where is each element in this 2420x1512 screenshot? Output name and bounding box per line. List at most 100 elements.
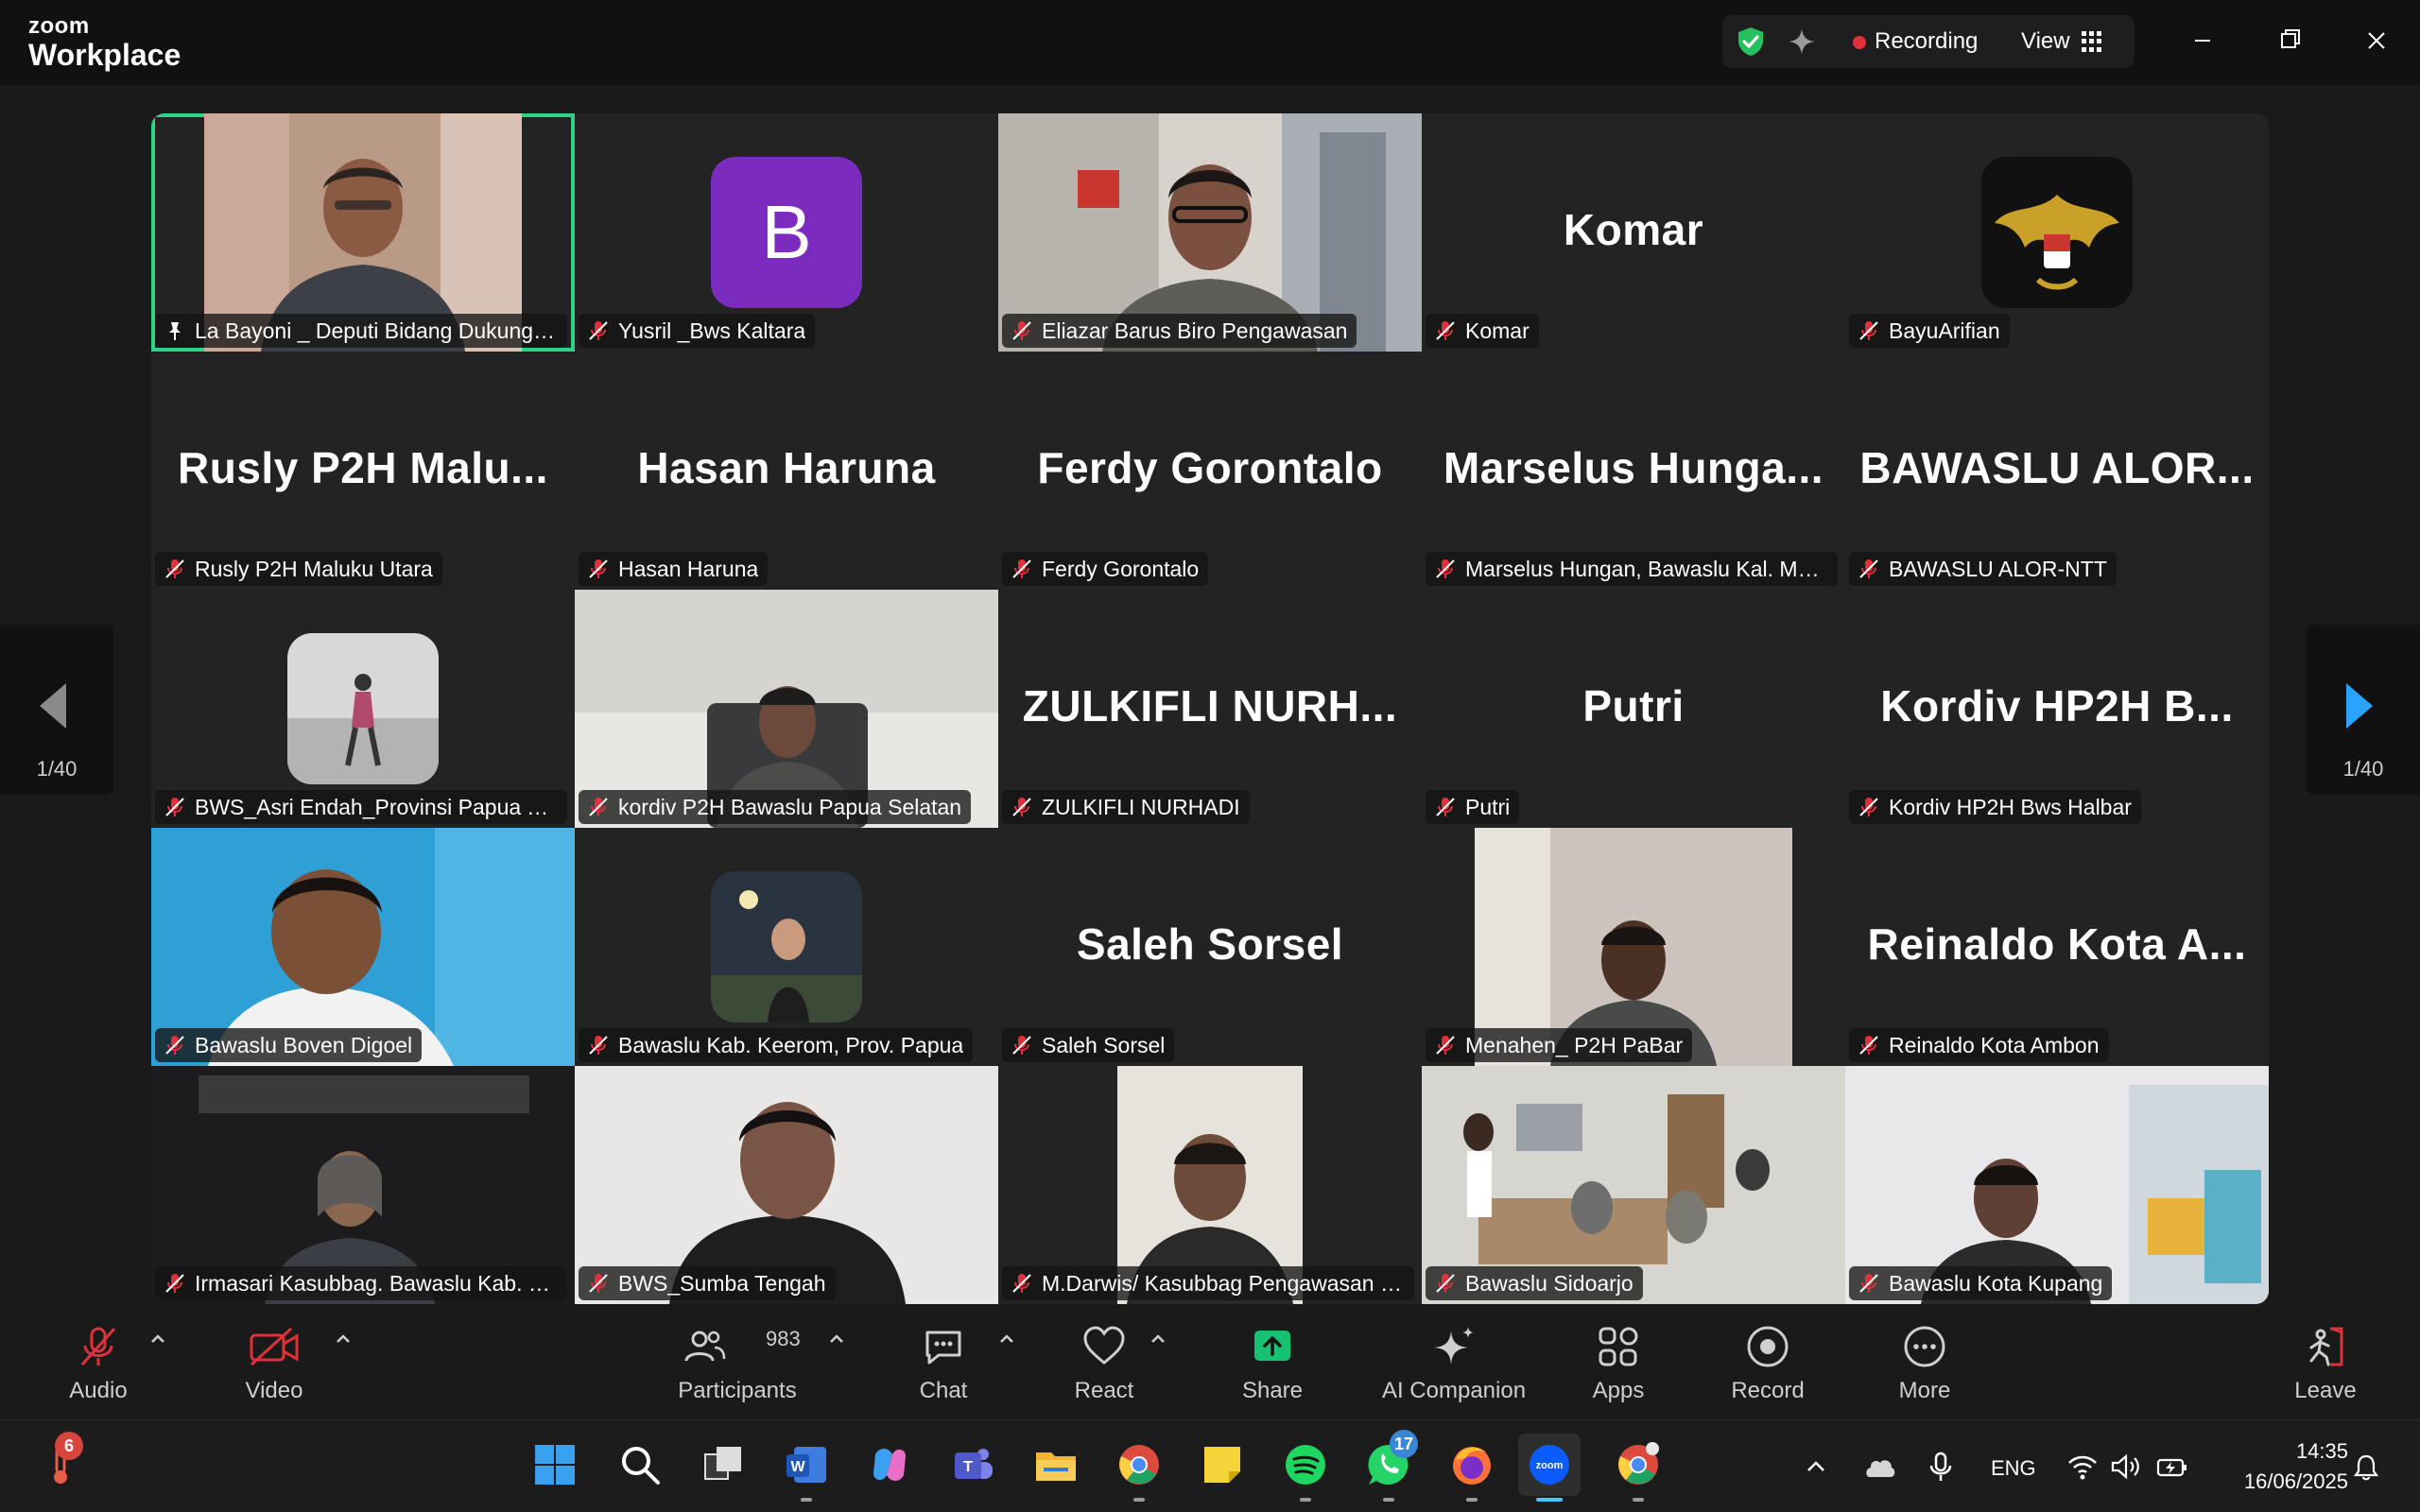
participant-name: Menahen_ P2H PaBar	[1465, 1032, 1684, 1057]
recording-label[interactable]: Recording	[1875, 28, 1978, 55]
participant-tile[interactable]: BWS_Asri Endah_Provinsi Papua Ten...	[151, 590, 575, 828]
participant-tile[interactable]: BWS_Sumba Tengah	[575, 1066, 998, 1304]
participant-name-tag: ZULKIFLI NURHADI	[1002, 790, 1250, 824]
restore-window-icon[interactable]	[2263, 17, 2316, 64]
page-indicator-left: 1/40	[36, 757, 78, 781]
sticky-notes-icon[interactable]	[1199, 1441, 1246, 1488]
microsoft-word-icon[interactable]: W	[783, 1441, 830, 1488]
microphone-tray-icon[interactable]	[1927, 1451, 1955, 1483]
title-bar: zoom Workplace Recording View	[0, 0, 2420, 85]
windows-start-icon[interactable]	[531, 1441, 579, 1488]
react-options-chevron-icon[interactable]	[1144, 1325, 1172, 1353]
microsoft-teams-icon[interactable]: T	[949, 1441, 996, 1488]
participant-display-name: Hasan Haruna	[637, 443, 936, 492]
participant-tile[interactable]: Rusly P2H Malu... Rusly P2H Maluku Utara	[151, 352, 575, 590]
microphone-muted-icon	[1859, 559, 1878, 578]
wifi-icon[interactable]	[2066, 1452, 2099, 1481]
microphone-muted-icon	[1436, 1274, 1455, 1293]
share-label: Share	[1241, 1378, 1304, 1403]
leave-meeting-button[interactable]: Leave	[2288, 1304, 2363, 1419]
chrome-icon[interactable]	[1115, 1441, 1163, 1488]
participants-options-chevron-icon[interactable]	[822, 1325, 851, 1353]
participants-label: Participants	[678, 1378, 797, 1403]
next-page-button[interactable]: 1/40	[2307, 625, 2420, 795]
participant-tile[interactable]: Menahen_ P2H PaBar	[1422, 828, 1845, 1066]
participant-tile[interactable]: Marselus Hunga... Marselus Hungan, Bawas…	[1422, 352, 1845, 590]
participant-tile[interactable]: Kordiv HP2H B... Kordiv HP2H Bws Halbar	[1845, 590, 2269, 828]
battery-charging-icon[interactable]	[2155, 1452, 2189, 1481]
microphone-muted-icon	[1859, 1036, 1878, 1055]
show-hidden-icons-chevron-icon[interactable]	[1802, 1452, 1830, 1481]
participant-tile[interactable]: Ferdy Gorontalo Ferdy Gorontalo	[998, 352, 1422, 590]
close-window-icon[interactable]	[2350, 17, 2403, 64]
participant-name: Hasan Haruna	[618, 556, 759, 581]
clock-date[interactable]: 16/06/2025	[2220, 1469, 2348, 1494]
zoom-active-indicator	[1536, 1498, 1563, 1502]
participant-name-tag: Bawaslu Boven Digoel	[155, 1028, 423, 1062]
participant-tile[interactable]: B Yusril _Bws Kaltara	[575, 113, 998, 352]
chat-button[interactable]: Chat	[906, 1304, 981, 1419]
clock-time[interactable]: 14:35	[2263, 1439, 2348, 1464]
chat-options-chevron-icon[interactable]	[993, 1325, 1021, 1353]
task-view-icon[interactable]	[700, 1441, 747, 1488]
participant-tile[interactable]: Reinaldo Kota A... Reinaldo Kota Ambon	[1845, 828, 2269, 1066]
video-button[interactable]: Video	[236, 1304, 312, 1419]
participant-name-tag: kordiv P2H Bawaslu Papua Selatan	[579, 790, 972, 824]
copilot-icon[interactable]	[866, 1441, 913, 1488]
participant-tile[interactable]: Bawaslu Boven Digoel	[151, 828, 575, 1066]
view-button[interactable]: View	[2021, 28, 2102, 55]
participant-tile[interactable]: Hasan Haruna Hasan Haruna	[575, 352, 998, 590]
participant-tile[interactable]: Putri Putri	[1422, 590, 1845, 828]
more-button[interactable]: More	[1887, 1304, 1962, 1419]
microphone-muted-icon	[1859, 1274, 1878, 1293]
file-explorer-icon[interactable]	[1032, 1441, 1080, 1488]
zoom-app-icon[interactable]: zoom	[1526, 1441, 1573, 1488]
react-button[interactable]: React	[1066, 1304, 1142, 1419]
search-icon[interactable]	[616, 1441, 664, 1488]
participant-tile[interactable]: kordiv P2H Bawaslu Papua Selatan	[575, 590, 998, 828]
ai-companion-button[interactable]: AI Companion	[1376, 1304, 1531, 1419]
leave-label: Leave	[2294, 1378, 2357, 1403]
participant-tile[interactable]: Irmasari Kasubbag. Bawaslu Kab. Je...	[151, 1066, 575, 1304]
ai-sparkle-icon[interactable]	[1785, 25, 1819, 59]
apps-grid-icon	[1599, 1327, 1638, 1366]
spotify-icon[interactable]	[1282, 1441, 1329, 1488]
participant-tile[interactable]: ZULKIFLI NURH... ZULKIFLI NURHADI	[998, 590, 1422, 828]
participant-tile[interactable]: BAWASLU ALOR... BAWASLU ALOR-NTT	[1845, 352, 2269, 590]
participant-tile[interactable]: Komar Komar	[1422, 113, 1845, 352]
share-button[interactable]: Share	[1235, 1304, 1310, 1419]
volume-icon[interactable]	[2110, 1452, 2142, 1481]
participant-name-tag: Komar	[1426, 314, 1539, 348]
participants-button[interactable]: Participants	[671, 1304, 804, 1419]
previous-page-button[interactable]: 1/40	[0, 625, 113, 795]
participant-tile[interactable]: Bawaslu Kota Kupang	[1845, 1066, 2269, 1304]
participant-tile[interactable]: Bawaslu Kab. Keerom, Prov. Papua	[575, 828, 998, 1066]
apps-button[interactable]: Apps	[1581, 1304, 1656, 1419]
chrome-profile-icon[interactable]	[1615, 1441, 1662, 1488]
firefox-icon[interactable]	[1448, 1441, 1495, 1488]
minimize-window-icon[interactable]	[2176, 17, 2229, 64]
participant-name-tag: Bawaslu Kab. Keerom, Prov. Papua	[579, 1028, 974, 1062]
participant-name: Bawaslu Kab. Keerom, Prov. Papua	[618, 1032, 964, 1057]
heart-icon	[1083, 1326, 1125, 1365]
participants-count: 983	[766, 1327, 801, 1350]
video-options-chevron-icon[interactable]	[329, 1325, 357, 1353]
audio-options-chevron-icon[interactable]	[144, 1325, 172, 1353]
participant-tile[interactable]: La Bayoni _ Deputi Bidang Dukunga...	[151, 113, 575, 352]
participant-tile[interactable]: M.Darwis/ Kasubbag Pengawasan K...	[998, 1066, 1422, 1304]
record-button[interactable]: Record	[1728, 1304, 1807, 1419]
participant-display-name: Rusly P2H Malu...	[178, 443, 548, 492]
encryption-shield-icon[interactable]	[1734, 25, 1768, 59]
participant-name: Ferdy Gorontalo	[1042, 556, 1200, 581]
participant-tile[interactable]: BayuArifian	[1845, 113, 2269, 352]
participant-tile[interactable]: Bawaslu Sidoarjo	[1422, 1066, 1845, 1304]
audio-button[interactable]: Audio	[59, 1304, 138, 1419]
input-language-indicator[interactable]: ENG	[1991, 1456, 2036, 1481]
participant-tile[interactable]: Eliazar Barus Biro Pengawasan	[998, 113, 1422, 352]
onedrive-cloud-icon[interactable]	[1860, 1451, 1898, 1483]
notification-bell-icon[interactable]	[2352, 1452, 2380, 1481]
participant-name: BayuArifian	[1889, 318, 2000, 343]
participant-tile[interactable]: Saleh Sorsel Saleh Sorsel	[998, 828, 1422, 1066]
microphone-muted-icon	[589, 1274, 608, 1293]
participant-name-tag: BAWASLU ALOR-NTT	[1849, 552, 2117, 586]
